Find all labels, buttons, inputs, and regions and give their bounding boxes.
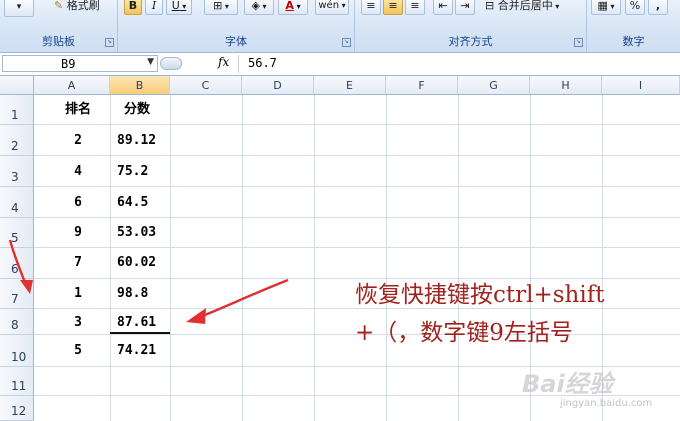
paste-button[interactable]: ▾ [4,0,34,17]
align-left-button[interactable]: ≡ [361,0,381,15]
cell-score[interactable]: 89.12 [117,134,177,148]
column-header-f[interactable]: F [386,76,458,95]
cell-rank[interactable]: 7 [58,256,98,270]
cell-b1-header[interactable]: 分数 [124,103,150,117]
cell-score[interactable]: 60.02 [117,256,177,270]
font-color-button[interactable]: A ▾ [278,0,308,15]
font-group-label: 字体 [225,35,247,48]
cell-score[interactable]: 75.2 [117,165,177,179]
underline-button[interactable]: U ▾ [166,0,192,15]
row-header[interactable]: 3 [0,156,34,187]
chevron-down-icon[interactable]: ▼ [147,57,154,67]
cell-score[interactable]: 87.61 [117,316,177,330]
font-group: B I U ▾ ⊞ ▾ ◈ ▾ A ▾ wén ▾ 字体 ↘ [118,0,355,52]
align-right-icon: ≡ [410,0,420,12]
cell-score[interactable]: 53.03 [117,226,177,240]
borders-icon: ⊞ [213,0,223,12]
column-header-b[interactable]: B [110,76,170,95]
column-header-i[interactable]: I [602,76,680,95]
active-cell-underline [110,332,170,334]
cell-rank[interactable]: 6 [58,196,98,210]
column-header-g[interactable]: G [458,76,530,95]
cell-a1-header[interactable]: 排名 [58,103,98,117]
cell-score[interactable]: 74.21 [117,344,177,358]
increase-indent-button[interactable]: ⇥ [455,0,475,15]
row-header[interactable]: 4 [0,187,34,218]
number-group: ▦ ▾ % , 数字 [587,0,680,52]
cell-rank[interactable]: 1 [58,287,98,301]
phonetic-guide-button[interactable]: wén ▾ [315,0,349,15]
increase-indent-icon: ⇥ [460,0,470,12]
row-header[interactable]: 12 [0,396,34,421]
fill-bucket-icon: ◈ [251,0,260,12]
alignment-dialog-launcher-icon[interactable]: ↘ [574,38,583,47]
row-header[interactable]: 7 [0,279,34,309]
row-header[interactable]: 8 [0,309,34,335]
format-painter-icon: ✎ [54,0,64,12]
italic-button[interactable]: I [145,0,163,15]
cell-rank[interactable]: 4 [58,165,98,179]
row-header[interactable]: 11 [0,367,34,396]
row-header[interactable]: 6 [0,248,34,279]
decrease-indent-icon: ⇤ [438,0,448,12]
font-dialog-launcher-icon[interactable]: ↘ [342,38,351,47]
name-box-value: B9 [61,57,76,71]
column-header-a[interactable]: A [34,76,110,95]
name-box[interactable]: B9 ▼ [2,55,158,72]
clipboard-group: ▾ ✎ 格式刷 剪贴板 ↘ [0,0,118,52]
row-header[interactable]: 1 [0,95,34,125]
row-header[interactable]: 2 [0,125,34,156]
cell-rank[interactable]: 9 [58,226,98,240]
format-painter-button[interactable]: ✎ 格式刷 [54,0,100,13]
annotation-text: 恢复快捷键按ctrl+shift [355,282,605,308]
merge-cells-icon: ⊟ [485,0,495,12]
clipboard-group-label: 剪贴板 [42,35,75,48]
clipboard-dialog-launcher-icon[interactable]: ↘ [105,38,114,47]
cell-rank[interactable]: 3 [58,316,98,330]
formula-bar-resize-handle[interactable] [160,57,182,70]
borders-button[interactable]: ⊞ ▾ [204,0,238,15]
bold-button[interactable]: B [124,0,142,15]
cell-rank[interactable]: 5 [58,344,98,358]
alignment-group-label: 对齐方式 [448,35,493,48]
watermark-url: jingyan.baidu.com [560,398,653,409]
comma-style-button[interactable]: , [648,0,668,15]
column-header-c[interactable]: C [170,76,242,95]
formula-separator [238,55,239,73]
alignment-group: ≡ ≡ ≡ ⇤ ⇥ ⊟ 合并后居中 ▾ 对齐方式 ↘ [355,0,587,52]
column-header-e[interactable]: E [314,76,386,95]
column-header-h[interactable]: H [530,76,602,95]
currency-icon: ▦ [597,0,608,12]
align-center-icon: ≡ [388,0,398,12]
insert-function-icon[interactable]: fx [218,55,229,69]
number-group-label: 数字 [622,35,645,48]
cell-score[interactable]: 98.8 [117,287,177,301]
fill-color-button[interactable]: ◈ ▾ [244,0,274,15]
align-right-button[interactable]: ≡ [405,0,425,15]
select-all-corner[interactable] [0,76,34,95]
formula-input[interactable]: 56.7 [248,56,277,70]
formula-bar: B9 ▼ fx 56.7 [0,53,680,76]
align-left-icon: ≡ [366,0,376,12]
cell-score[interactable]: 64.5 [117,196,177,210]
accounting-format-button[interactable]: ▦ ▾ [591,0,621,15]
row-header[interactable]: 5 [0,218,34,248]
annotation-text: +（，数字键9左括号 [355,320,573,346]
percent-style-button[interactable]: % [625,0,645,15]
column-header-d[interactable]: D [242,76,314,95]
cell-rank[interactable]: 2 [58,134,98,148]
watermark-logo: Bai经验 [522,370,613,398]
ribbon: ▾ ✎ 格式刷 剪贴板 ↘ B I U ▾ ⊞ ▾ ◈ ▾ A ▾ wén ▾ … [0,0,680,53]
align-center-button[interactable]: ≡ [383,0,403,15]
row-header[interactable]: 10 [0,335,34,367]
decrease-indent-button[interactable]: ⇤ [433,0,453,15]
merge-center-button[interactable]: ⊟ 合并后居中 ▾ [485,0,559,13]
